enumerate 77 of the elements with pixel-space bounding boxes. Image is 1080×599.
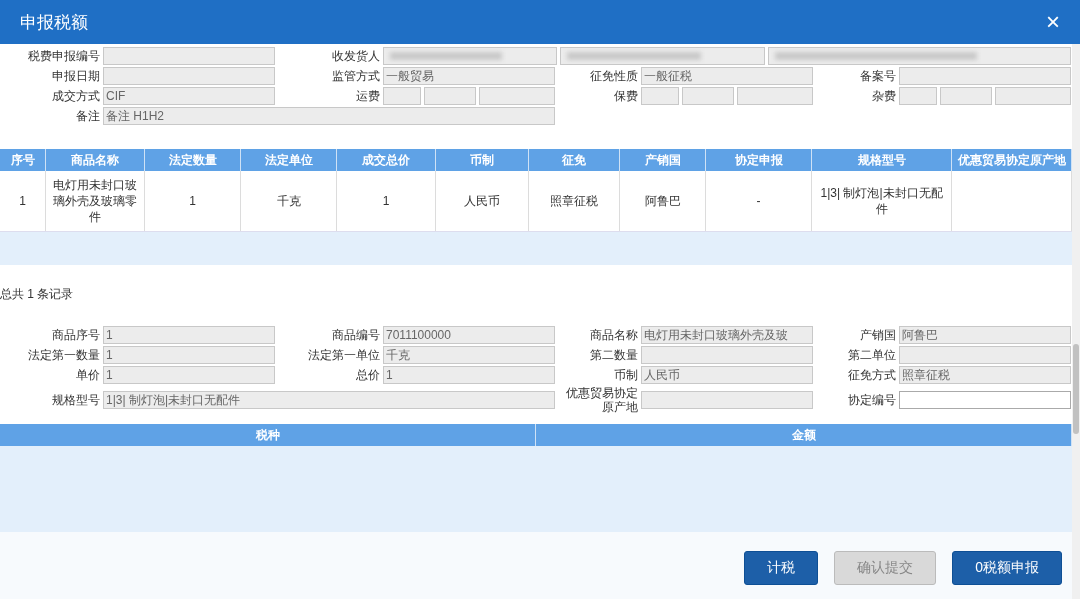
close-button[interactable]: ×: [1046, 10, 1060, 34]
readonly-field[interactable]: 照章征税: [899, 366, 1071, 384]
field-label: 杂费: [871, 89, 897, 103]
readonly-field[interactable]: [939, 87, 992, 105]
window-title: 申报税额: [20, 11, 88, 34]
field-label: 第二单位: [847, 348, 897, 362]
readonly-field[interactable]: 1: [383, 366, 555, 384]
scrollbar[interactable]: [1072, 44, 1080, 599]
readonly-field[interactable]: 1|3| 制灯泡|未封口无配件: [103, 391, 555, 409]
table-cell: 人民币: [436, 171, 529, 231]
field-label: 法定第一单位: [307, 348, 381, 362]
readonly-field[interactable]: 人民币: [641, 366, 813, 384]
field-label: 收发货人: [331, 49, 381, 63]
input-field[interactable]: [899, 391, 1071, 409]
field-label: 商品序号: [51, 328, 101, 342]
blurred-field[interactable]: [560, 47, 765, 65]
readonly-field[interactable]: [103, 47, 275, 65]
field-label: 总价: [355, 368, 381, 382]
readonly-field[interactable]: 千克: [383, 346, 555, 364]
readonly-field[interactable]: 7011100000: [383, 326, 555, 344]
readonly-field[interactable]: [995, 87, 1071, 105]
readonly-field[interactable]: [737, 87, 813, 105]
field-label: 备案号: [859, 69, 897, 83]
field-label: 运费: [355, 89, 381, 103]
field-label: 申报日期: [51, 69, 101, 83]
record-count: 总共 1 条记录: [0, 286, 75, 303]
blurred-field[interactable]: [767, 47, 1071, 65]
field-label: 商品编号: [331, 328, 381, 342]
readonly-field[interactable]: 1: [103, 326, 275, 344]
field-label: 成交方式: [51, 89, 101, 103]
readonly-field[interactable]: [479, 87, 555, 105]
blurred-field[interactable]: [383, 47, 558, 65]
readonly-field[interactable]: 电灯用未封口玻璃外壳及玻: [641, 326, 813, 344]
readonly-field[interactable]: [681, 87, 734, 105]
readonly-field[interactable]: 1: [103, 346, 275, 364]
table-cell: -: [706, 171, 812, 231]
field-label: 征免方式: [847, 368, 897, 382]
field-label: 备注: [75, 109, 101, 123]
table-cell: 1: [0, 171, 46, 231]
table-cell: 1|3| 制灯泡|未封口无配件: [812, 171, 952, 231]
field-label: 商品名称: [589, 328, 639, 342]
readonly-field[interactable]: [103, 67, 275, 85]
field-label: 单价: [75, 368, 101, 382]
field-label: 税费申报编号: [27, 49, 101, 63]
readonly-field[interactable]: [641, 87, 679, 105]
readonly-field[interactable]: CIF: [103, 87, 275, 105]
table-cell: 千克: [241, 171, 337, 231]
table-cell: 1: [337, 171, 436, 231]
table-cell: 电灯用未封口玻璃外壳及玻璃零件: [46, 171, 145, 231]
readonly-field[interactable]: [899, 67, 1071, 85]
readonly-field[interactable]: [423, 87, 476, 105]
readonly-field[interactable]: 1: [103, 366, 275, 384]
field-label: 协定编号: [847, 393, 897, 407]
readonly-field[interactable]: 一般贸易: [383, 67, 555, 85]
readonly-field[interactable]: 备注 H1H2: [103, 107, 555, 125]
field-label: 币制: [613, 368, 639, 382]
field-label: 第二数量: [589, 348, 639, 362]
field-label: 监管方式: [331, 69, 381, 83]
field-label: 征免性质: [589, 69, 639, 83]
field-label: 产销国: [859, 328, 897, 342]
action-button[interactable]: 计税: [744, 551, 819, 585]
field-label: 保费: [613, 89, 639, 103]
field-label: 优惠贸易协定原产地: [565, 386, 639, 414]
readonly-field[interactable]: 阿鲁巴: [899, 326, 1071, 344]
table-cell: 阿鲁巴: [620, 171, 706, 231]
readonly-field[interactable]: [899, 87, 937, 105]
table-cell: 照章征税: [529, 171, 620, 231]
table-row[interactable]: 1 电灯用未封口玻璃外壳及玻璃零件 1 千克 1 人民币 照章征税 阿鲁巴 - 1|3| 制灯泡|未封口无配件: [0, 171, 1072, 232]
field-label: 法定第一数量: [27, 348, 101, 362]
readonly-field[interactable]: [899, 346, 1071, 364]
field-label: 规格型号: [51, 393, 101, 407]
readonly-field[interactable]: [641, 391, 813, 409]
readonly-field[interactable]: [641, 346, 813, 364]
table-cell: 1: [145, 171, 241, 231]
readonly-field[interactable]: [383, 87, 421, 105]
readonly-field[interactable]: 一般征税: [641, 67, 813, 85]
action-button[interactable]: 0税额申报: [952, 551, 1062, 585]
